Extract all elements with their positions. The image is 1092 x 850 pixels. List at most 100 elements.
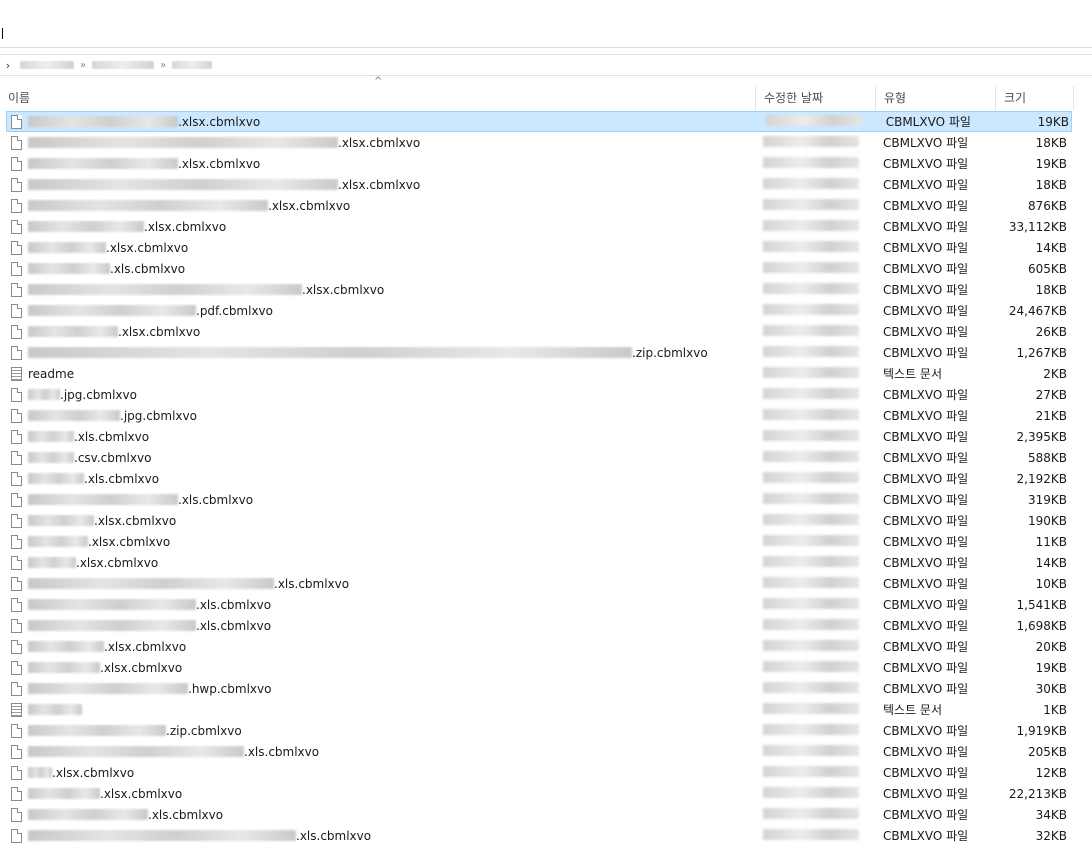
file-icon [11, 198, 22, 213]
file-row[interactable]: .xls.cbmlxvo CBMLXVO 파일 2,395KB [0, 426, 1092, 447]
redacted-date [766, 114, 863, 126]
file-name-cell[interactable]: .xlsx.cbmlxvo [1, 177, 757, 192]
file-name-cell[interactable]: .xlsx.cbmlxvo [1, 219, 757, 234]
file-row[interactable]: 텍스트 문서 1KB [0, 699, 1092, 720]
redacted-date [763, 366, 859, 378]
file-name-cell[interactable]: .xls.cbmlxvo [1, 429, 757, 444]
redacted-date [763, 576, 859, 588]
file-name-cell[interactable]: .xls.cbmlxvo [1, 828, 757, 843]
file-name-cell[interactable]: .xlsx.cbmlxvo [1, 324, 757, 339]
file-size-cell: 18KB [1035, 177, 1067, 192]
file-row[interactable]: readme 텍스트 문서 2KB [0, 363, 1092, 384]
file-row[interactable]: .xls.cbmlxvo CBMLXVO 파일 605KB [0, 258, 1092, 279]
file-name-cell[interactable]: readme [1, 366, 757, 381]
file-type-cell: CBMLXVO 파일 [883, 724, 969, 738]
file-name-cell[interactable]: .xlsx.cbmlxvo [1, 156, 757, 171]
file-type-cell: CBMLXVO 파일 [885, 115, 971, 129]
column-size[interactable]: 크기 [996, 86, 1074, 110]
file-icon [11, 471, 22, 486]
file-name-cell[interactable]: .xlsx.cbmlxvo [1, 786, 757, 801]
file-row[interactable]: .xlsx.cbmlxvo CBMLXVO 파일 14KB [0, 237, 1092, 258]
file-row[interactable]: .xlsx.cbmlxvo CBMLXVO 파일 18KB [0, 279, 1092, 300]
file-name-cell[interactable]: .xlsx.cbmlxvo [1, 534, 757, 549]
breadcrumb-item[interactable] [92, 61, 155, 69]
file-name-cell[interactable]: .xlsx.cbmlxvo [1, 135, 757, 150]
file-name-cell[interactable]: .xlsx.cbmlxvo [7, 114, 760, 129]
redacted-filename [28, 389, 60, 400]
file-name-cell[interactable]: .xls.cbmlxvo [1, 492, 757, 507]
file-row[interactable]: .xlsx.cbmlxvo CBMLXVO 파일 19KB [0, 153, 1092, 174]
file-icon [11, 513, 22, 528]
file-name-cell[interactable]: .hwp.cbmlxvo [1, 681, 757, 696]
file-row[interactable]: .xls.cbmlxvo CBMLXVO 파일 32KB [0, 825, 1092, 846]
file-name-cell[interactable]: .xlsx.cbmlxvo [1, 639, 757, 654]
file-row[interactable]: .xlsx.cbmlxvo CBMLXVO 파일 12KB [0, 762, 1092, 783]
file-row[interactable]: .xlsx.cbmlxvo CBMLXVO 파일 14KB [0, 552, 1092, 573]
file-row[interactable]: .xlsx.cbmlxvo CBMLXVO 파일 19KB [0, 657, 1092, 678]
file-name-cell[interactable]: .csv.cbmlxvo [1, 450, 757, 465]
file-extension-text: .xls.cbmlxvo [110, 261, 186, 276]
file-row[interactable]: .xls.cbmlxvo CBMLXVO 파일 34KB [0, 804, 1092, 825]
file-name-cell[interactable]: .xlsx.cbmlxvo [1, 240, 757, 255]
file-row[interactable]: .xls.cbmlxvo CBMLXVO 파일 319KB [0, 489, 1092, 510]
column-type[interactable]: 유형 [876, 86, 996, 110]
breadcrumb-item[interactable] [172, 61, 213, 69]
file-icon [11, 681, 22, 696]
file-name-cell[interactable]: .zip.cbmlxvo [1, 723, 757, 738]
file-name-cell[interactable]: .xls.cbmlxvo [1, 618, 757, 633]
file-name-cell[interactable]: .jpg.cbmlxvo [1, 408, 757, 423]
file-name-cell[interactable]: .xlsx.cbmlxvo [1, 765, 757, 780]
file-name-cell[interactable]: .xlsx.cbmlxvo [1, 198, 757, 213]
file-row[interactable]: .xlsx.cbmlxvo CBMLXVO 파일 18KB [0, 174, 1092, 195]
file-row[interactable]: .xls.cbmlxvo CBMLXVO 파일 10KB [0, 573, 1092, 594]
file-name-cell[interactable]: .xls.cbmlxvo [1, 576, 757, 591]
file-name-cell[interactable]: .xlsx.cbmlxvo [1, 555, 757, 570]
file-row[interactable]: .xls.cbmlxvo CBMLXVO 파일 1,541KB [0, 594, 1092, 615]
file-type-cell: 텍스트 문서 [883, 703, 943, 717]
file-name-cell[interactable]: .xls.cbmlxvo [1, 744, 757, 759]
file-row[interactable]: .xlsx.cbmlxvo CBMLXVO 파일 190KB [0, 510, 1092, 531]
file-row[interactable]: .xlsx.cbmlxvo CBMLXVO 파일 22,213KB [0, 783, 1092, 804]
address-bar[interactable]: › » » [0, 54, 1092, 76]
file-row[interactable]: .jpg.cbmlxvo CBMLXVO 파일 21KB [0, 405, 1092, 426]
text-document-icon [11, 702, 22, 717]
redacted-date [763, 219, 859, 231]
file-name-cell[interactable]: .jpg.cbmlxvo [1, 387, 757, 402]
column-date[interactable]: 수정한 날짜 [756, 86, 876, 110]
file-row[interactable]: .xls.cbmlxvo CBMLXVO 파일 2,192KB [0, 468, 1092, 489]
breadcrumb-item[interactable] [20, 61, 74, 69]
file-row[interactable]: .xls.cbmlxvo CBMLXVO 파일 1,698KB [0, 615, 1092, 636]
file-name-cell[interactable]: .xls.cbmlxvo [1, 807, 757, 822]
file-row[interactable]: .zip.cbmlxvo CBMLXVO 파일 1,919KB [0, 720, 1092, 741]
breadcrumb-chevron-icon[interactable]: › [0, 59, 16, 72]
file-row[interactable]: .hwp.cbmlxvo CBMLXVO 파일 30KB [0, 678, 1092, 699]
file-extension-text: .jpg.cbmlxvo [120, 408, 197, 423]
file-name-cell[interactable]: .xlsx.cbmlxvo [1, 282, 757, 297]
file-name-cell[interactable]: .zip.cbmlxvo [1, 345, 757, 360]
file-row[interactable]: .zip.cbmlxvo CBMLXVO 파일 1,267KB [0, 342, 1092, 363]
file-size-cell: 24,467KB [1008, 303, 1067, 318]
file-row[interactable]: .xls.cbmlxvo CBMLXVO 파일 205KB [0, 741, 1092, 762]
file-name-cell[interactable]: .xlsx.cbmlxvo [1, 660, 757, 675]
file-name-cell[interactable]: .xlsx.cbmlxvo [1, 513, 757, 528]
file-row[interactable]: .xlsx.cbmlxvo CBMLXVO 파일 876KB [0, 195, 1092, 216]
file-row[interactable]: .xlsx.cbmlxvo CBMLXVO 파일 20KB [0, 636, 1092, 657]
file-row[interactable]: .xlsx.cbmlxvo CBMLXVO 파일 11KB [0, 531, 1092, 552]
file-date-cell [757, 240, 877, 255]
file-row[interactable]: .pdf.cbmlxvo CBMLXVO 파일 24,467KB [0, 300, 1092, 321]
file-name-cell[interactable]: .xls.cbmlxvo [1, 261, 757, 276]
file-row[interactable]: .xlsx.cbmlxvo CBMLXVO 파일 19KB [6, 111, 1072, 132]
file-name-cell[interactable]: .xls.cbmlxvo [1, 471, 757, 486]
file-name-cell[interactable] [1, 702, 757, 717]
file-row[interactable]: .xlsx.cbmlxvo CBMLXVO 파일 26KB [0, 321, 1092, 342]
file-row[interactable]: .jpg.cbmlxvo CBMLXVO 파일 27KB [0, 384, 1092, 405]
file-row[interactable]: .csv.cbmlxvo CBMLXVO 파일 588KB [0, 447, 1092, 468]
file-date-cell [757, 807, 877, 822]
file-name-cell[interactable]: .pdf.cbmlxvo [1, 303, 757, 318]
file-row[interactable]: .xlsx.cbmlxvo CBMLXVO 파일 18KB [0, 132, 1092, 153]
file-row[interactable]: .xlsx.cbmlxvo CBMLXVO 파일 33,112KB [0, 216, 1092, 237]
column-name[interactable]: 이름 ^ [0, 77, 756, 110]
redacted-filename [28, 116, 178, 127]
file-name-cell[interactable]: .xls.cbmlxvo [1, 597, 757, 612]
column-type-label: 유형 [884, 91, 907, 105]
